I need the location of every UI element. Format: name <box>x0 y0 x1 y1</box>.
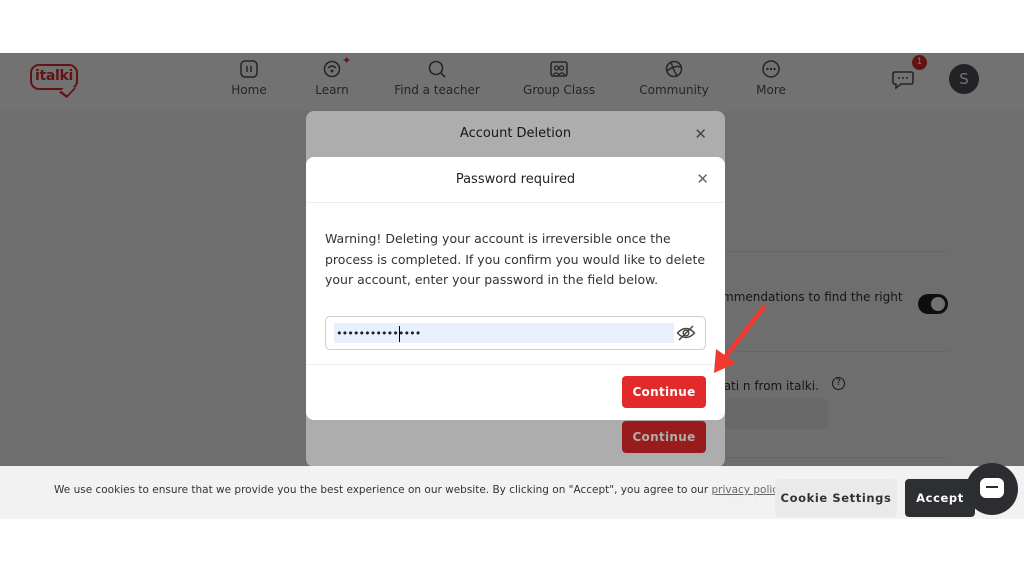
modal-title: Password required <box>455 172 576 187</box>
password-field[interactable] <box>325 316 706 350</box>
cookie-banner: We use cookies to ensure that we provide… <box>0 466 1024 519</box>
text-caret <box>399 326 400 342</box>
password-required-modal: Password required ✕ Warning! Deleting yo… <box>306 157 725 420</box>
modal-header: Password required ✕ <box>306 157 725 203</box>
cookie-text: We use cookies to ensure that we provide… <box>54 484 712 496</box>
deletion-warning: Warning! Deleting your account is irreve… <box>325 231 706 287</box>
cookie-notice: We use cookies to ensure that we provide… <box>54 484 786 496</box>
eye-slash-icon[interactable] <box>676 325 696 341</box>
privacy-policy-link[interactable]: privacy policy <box>712 484 783 496</box>
support-chat-button[interactable] <box>966 463 1018 515</box>
cookie-settings-button[interactable]: Cookie Settings <box>775 479 897 517</box>
password-input[interactable] <box>334 323 674 343</box>
chat-bubble-icon <box>980 478 1004 498</box>
screen: italki Home Learn ✦ Find a teacher Group… <box>0 53 1024 519</box>
continue-button[interactable]: Continue <box>622 376 706 408</box>
annotation-arrow-icon <box>714 304 767 373</box>
divider <box>306 364 725 365</box>
close-icon[interactable]: ✕ <box>696 170 709 188</box>
accept-cookies-button[interactable]: Accept <box>905 479 975 517</box>
